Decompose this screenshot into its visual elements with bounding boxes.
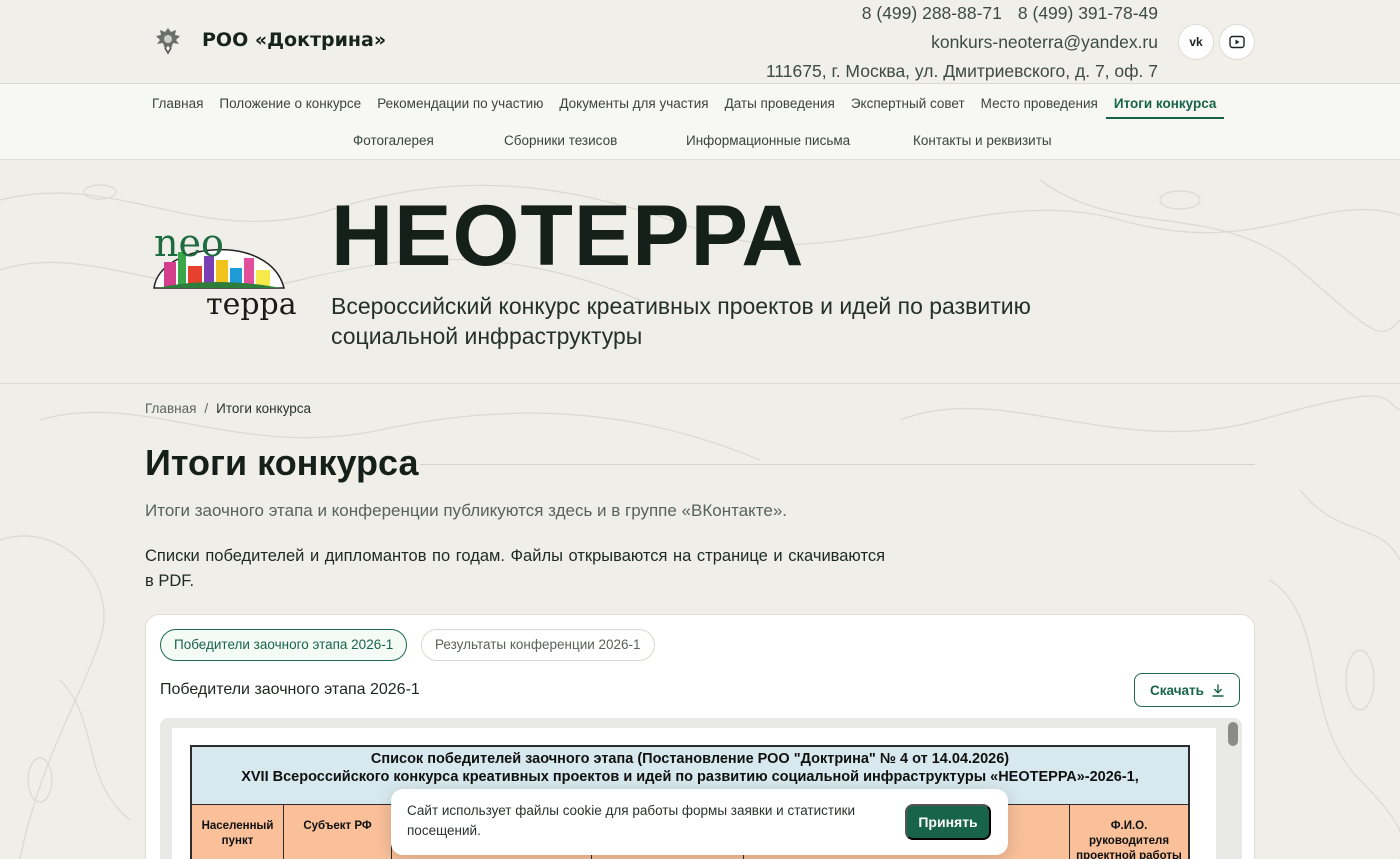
hero-subtitle: Всероссийский конкурс креативных проекто… [331,293,1031,349]
nav-item-results[interactable]: Итоги конкурса [1105,95,1225,119]
nav-item-recommendations[interactable]: Рекомендации по участию [369,95,551,119]
document-label: Победители заочного этапа 2026-1 [160,681,420,698]
table-column-header: Населенный пункт [192,805,284,859]
youtube-button[interactable] [1219,24,1255,60]
nav-item-dates[interactable]: Даты проведения [717,95,843,119]
breadcrumb-current: Итоги конкурса [216,401,312,416]
download-label: Скачать [1150,682,1204,698]
brand[interactable]: РОО «Доктрина» [152,22,386,58]
phones-line: 8 (499) 288-88-71 8 (499) 391-78-49 [738,0,1158,29]
table-column-header: Ф.И.О. руководителя проектной работы [1070,805,1188,859]
phone-link[interactable]: 8 (499) 391-78-49 [1018,3,1158,23]
lead-text: Итоги заочного этапа и конференции публи… [145,501,787,520]
logo-text-neo: neo [154,222,224,265]
neoterra-logo: neo терра [153,222,297,320]
nav-item-expert-council[interactable]: Экспертный совет [843,95,973,119]
nav-row-primary: Главная Положение о конкурсе Рекомендаци… [152,95,1225,119]
tab-winners-correspondence[interactable]: Победители заочного этапа 2026-1 [160,629,408,661]
breadcrumb-separator: / [204,401,209,416]
vk-button[interactable]: vk [1178,24,1214,60]
contacts: 8 (499) 288-88-71 8 (499) 391-78-49 konku… [738,0,1158,87]
viewer-scrollbar[interactable] [1228,722,1238,746]
nav-item-venue[interactable]: Место проведения [973,95,1106,119]
email-link[interactable]: konkurs-neoterra@yandex.ru [738,29,1158,58]
main-nav: Главная Положение о конкурсе Рекомендаци… [0,84,1400,160]
table-column-header: Субъект РФ [284,805,392,859]
vk-icon: vk [1189,35,1203,49]
nav-item-documents[interactable]: Документы для участия [551,95,716,119]
nav-item-home[interactable]: Главная [152,95,211,119]
hero-title: НЕОТЕРРА [331,188,805,284]
youtube-icon [1229,35,1245,49]
description-text: Списки победителей и дипломантов по года… [145,547,885,590]
nav-item-regulations[interactable]: Положение о конкурсе [211,95,369,119]
phone-link[interactable]: 8 (499) 288-88-71 [862,3,1002,23]
hero: neo терра НЕОТЕРРА Всероссийский конкурс… [0,160,1400,384]
nav-item-thesis-collections[interactable]: Сборники тезисов [504,132,617,156]
title-divider [420,464,1255,465]
nav-row-secondary: Фотогалерея Сборники тезисов Информацион… [0,132,1400,152]
cookie-banner: Сайт использует файлы cookie для работы … [391,789,1008,855]
cookie-text: Сайт использует файлы cookie для работы … [407,803,856,838]
table-heading-line1: Список победителей заочного этапа (Поста… [370,751,1010,767]
page-title: Итоги конкурса [145,442,419,483]
top-header: РОО «Доктрина» 8 (499) 288-88-71 8 (499) … [0,0,1400,84]
breadcrumb-home[interactable]: Главная [145,401,196,416]
nav-item-photo-gallery[interactable]: Фотогалерея [353,132,434,156]
download-button[interactable]: Скачать [1134,673,1240,707]
accept-cookies-button[interactable]: Принять [905,804,991,840]
download-icon [1212,683,1224,697]
address: 111675, г. Москва, ул. Дмитриевского, д.… [765,61,1158,81]
tab-conference-results[interactable]: Результаты конференции 2026-1 [421,629,655,661]
logo-text-terra: терра [206,287,297,320]
emblem-icon [156,28,180,55]
table-heading-line2: XVII Всероссийского конкурса креативных … [241,769,1139,785]
nav-item-contacts[interactable]: Контакты и реквизиты [913,132,1052,156]
org-name: РОО «Доктрина» [202,29,387,51]
nav-item-info-letters[interactable]: Информационные письма [686,132,850,156]
breadcrumb: Главная / Итоги конкурса [145,401,311,416]
